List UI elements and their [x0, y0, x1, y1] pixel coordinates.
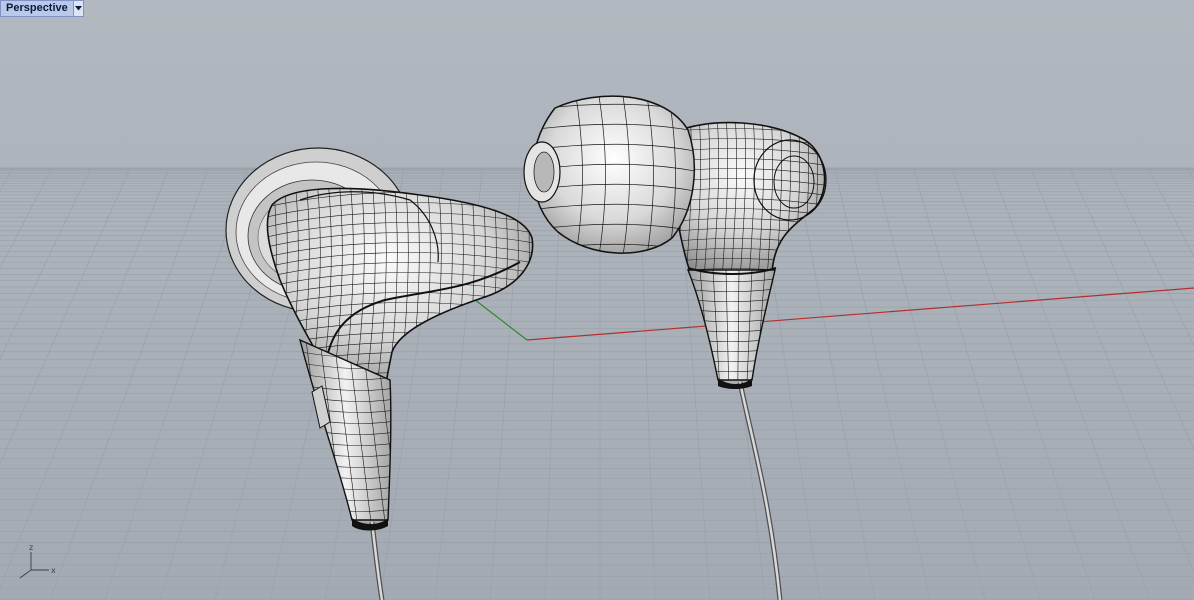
- gizmo-z-label: z: [29, 543, 33, 552]
- viewport-tab[interactable]: Perspective: [0, 0, 84, 17]
- right-eartip-opening-inner: [533, 151, 555, 193]
- viewport-title[interactable]: Perspective: [1, 1, 73, 16]
- viewport-canvas[interactable]: z x: [0, 0, 1194, 600]
- gizmo-x-label: x: [51, 566, 56, 575]
- chevron-down-icon[interactable]: [72, 1, 83, 16]
